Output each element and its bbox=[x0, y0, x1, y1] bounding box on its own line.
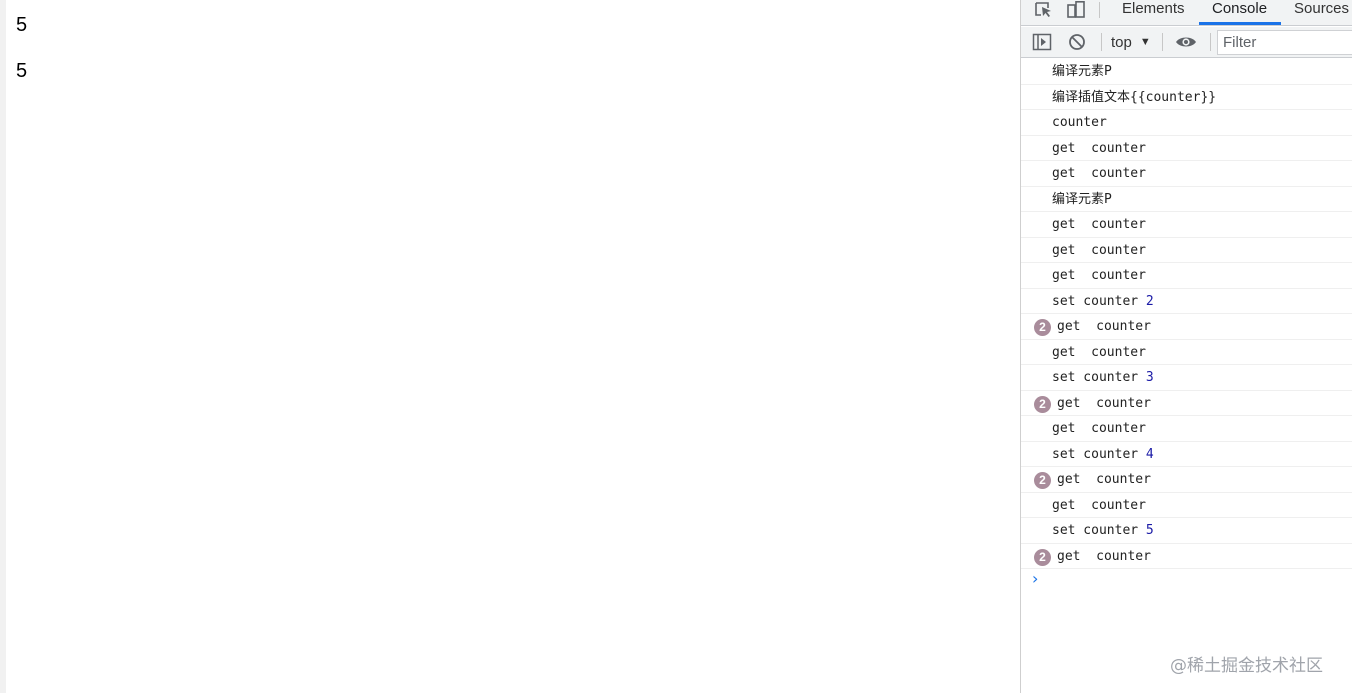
console-message: 2 get counter bbox=[1021, 391, 1352, 416]
console-prompt[interactable]: › bbox=[1021, 569, 1352, 593]
page-viewport: 5 5 bbox=[0, 0, 1020, 693]
console-toolbar: top ▼ Filter bbox=[1021, 27, 1352, 58]
console-message-text: get counter bbox=[1052, 263, 1146, 288]
console-message-text: counter bbox=[1052, 110, 1107, 135]
console-message-text: get counter bbox=[1052, 493, 1146, 518]
console-message-label: counter bbox=[1052, 115, 1107, 130]
console-message-text: get counter bbox=[1052, 340, 1146, 365]
console-message: get counter bbox=[1021, 136, 1352, 161]
console-message: set counter 2 bbox=[1021, 289, 1352, 314]
inspect-element-icon[interactable] bbox=[1033, 0, 1055, 20]
console-message-label: get counter bbox=[1052, 242, 1146, 258]
console-message-text: get counter bbox=[1057, 391, 1151, 416]
devtools-tabbar: Elements Console Sources bbox=[1021, 0, 1352, 26]
console-message-label: 编译元素P bbox=[1052, 191, 1112, 207]
page-text-line-2: 5 bbox=[16, 60, 28, 82]
console-message-number: 2 bbox=[1145, 293, 1154, 309]
console-message: get counter bbox=[1021, 340, 1352, 365]
show-sidebar-icon[interactable] bbox=[1030, 31, 1054, 53]
console-message-text: get counter bbox=[1052, 212, 1146, 237]
console-message: 编译元素P bbox=[1021, 59, 1352, 85]
console-message-label: set counter bbox=[1052, 370, 1146, 385]
console-message-text: 编译元素P bbox=[1052, 59, 1112, 84]
console-message-number: 4 bbox=[1145, 446, 1154, 462]
console-message-text: get counter bbox=[1052, 161, 1146, 186]
console-message-text: get counter bbox=[1057, 314, 1151, 339]
console-message: get counter bbox=[1021, 263, 1352, 289]
active-tab-indicator bbox=[1199, 22, 1281, 25]
console-message: get counter bbox=[1021, 493, 1352, 518]
console-message-label: get counter bbox=[1052, 268, 1146, 283]
console-message-label: get counter bbox=[1052, 140, 1146, 156]
page-text-line-1: 5 bbox=[16, 14, 28, 36]
caret-down-icon: ▼ bbox=[1139, 36, 1151, 48]
repeat-count-badge: 2 bbox=[1034, 472, 1051, 489]
console-message-number: 5 bbox=[1145, 523, 1154, 538]
console-message-label: get counter bbox=[1057, 319, 1151, 334]
console-message: get counter bbox=[1021, 238, 1352, 263]
repeat-count-badge: 2 bbox=[1034, 548, 1051, 566]
console-message-label: get counter bbox=[1057, 548, 1151, 564]
prompt-chevron-icon: › bbox=[1032, 569, 1039, 588]
console-message-label: get counter bbox=[1057, 395, 1151, 411]
console-message-text: set counter 2 bbox=[1052, 289, 1154, 314]
console-messages: 编译元素P 编译插值文本{{counter}} counter get counter… bbox=[1021, 59, 1352, 593]
device-toolbar-icon[interactable] bbox=[1065, 0, 1087, 20]
devtools-panel: Elements Console Sources top ▼ Filter 编译… bbox=[1020, 0, 1352, 693]
console-message-label: set counter bbox=[1052, 446, 1146, 462]
watermark: @稀土掘金技术社区 bbox=[1170, 656, 1323, 676]
console-message-label: set counter bbox=[1052, 293, 1146, 309]
console-message: 2 get counter bbox=[1021, 544, 1352, 569]
console-message-label: get counter bbox=[1052, 421, 1146, 436]
tabbar-separator bbox=[1099, 2, 1100, 18]
page-gutter bbox=[0, 0, 6, 693]
console-message: counter bbox=[1021, 110, 1352, 136]
tab-sources[interactable]: Sources bbox=[1294, 0, 1349, 25]
tab-elements[interactable]: Elements bbox=[1122, 0, 1185, 25]
toolbar-separator bbox=[1162, 33, 1163, 51]
console-message-label: set counter bbox=[1052, 523, 1146, 538]
console-message-text: set counter 5 bbox=[1052, 518, 1154, 543]
console-message-label: 编译元素P bbox=[1052, 64, 1112, 79]
console-message-text: get counter bbox=[1052, 416, 1146, 441]
repeat-count-badge: 2 bbox=[1034, 395, 1051, 413]
console-message: 2 get counter bbox=[1021, 467, 1352, 493]
console-message: get counter bbox=[1021, 416, 1352, 442]
console-message-text: get counter bbox=[1057, 544, 1151, 569]
console-message-text: get counter bbox=[1052, 136, 1146, 161]
context-label: top bbox=[1111, 33, 1132, 51]
console-message-label: get counter bbox=[1052, 497, 1146, 513]
console-message-label: get counter bbox=[1052, 217, 1146, 232]
console-message-text: set counter 4 bbox=[1052, 442, 1154, 467]
toolbar-separator bbox=[1101, 33, 1102, 51]
live-expression-eye-icon[interactable] bbox=[1174, 31, 1198, 53]
console-message-text: 编译插值文本{{counter}} bbox=[1052, 85, 1216, 110]
console-message: 编译插值文本{{counter}} bbox=[1021, 85, 1352, 110]
browser-window: 5 5 Elements Console Sources top ▼ Filte… bbox=[0, 0, 1352, 693]
console-message: get counter bbox=[1021, 161, 1352, 187]
console-message-label: get counter bbox=[1057, 472, 1151, 487]
console-message-text: 编译元素P bbox=[1052, 187, 1112, 212]
console-message-number: 3 bbox=[1145, 370, 1154, 385]
console-message-text: get counter bbox=[1057, 467, 1151, 492]
console-message: set counter 4 bbox=[1021, 442, 1352, 467]
filter-input[interactable]: Filter bbox=[1217, 30, 1352, 55]
console-message-label: get counter bbox=[1052, 344, 1146, 360]
clear-console-icon[interactable] bbox=[1065, 31, 1089, 53]
console-message-text: get counter bbox=[1052, 238, 1146, 263]
console-message-text: set counter 3 bbox=[1052, 365, 1154, 390]
console-message-label: get counter bbox=[1052, 166, 1146, 181]
console-message: set counter 3 bbox=[1021, 365, 1352, 391]
console-message-label: 编译插值文本{{counter}} bbox=[1052, 89, 1217, 105]
context-selector[interactable]: top ▼ bbox=[1111, 31, 1151, 53]
console-message: 2 get counter bbox=[1021, 314, 1352, 340]
console-message: set counter 5 bbox=[1021, 518, 1352, 544]
toolbar-separator bbox=[1210, 33, 1211, 51]
console-message: get counter bbox=[1021, 212, 1352, 238]
console-message: 编译元素P bbox=[1021, 187, 1352, 212]
repeat-count-badge: 2 bbox=[1034, 319, 1051, 336]
